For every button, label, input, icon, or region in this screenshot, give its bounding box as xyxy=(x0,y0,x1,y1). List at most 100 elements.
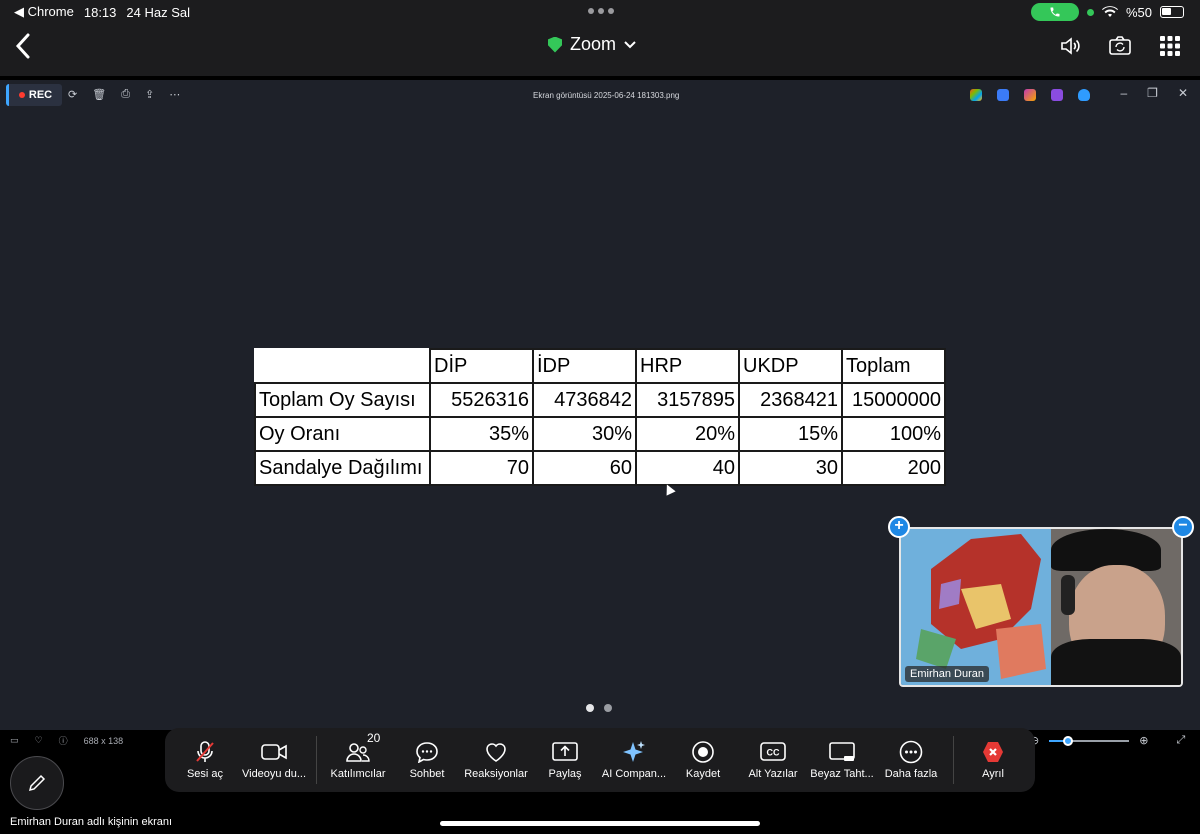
chevron-down-icon xyxy=(624,40,636,48)
page-dot-active[interactable] xyxy=(586,704,594,712)
table-row: Toplam Oy Sayısı 5526316 4736842 3157895… xyxy=(254,382,946,418)
rotate-icon[interactable]: ⟳ xyxy=(68,88,77,101)
captions-label: Alt Yazılar xyxy=(748,768,798,780)
status-bar: ◀ Chrome 18:13 24 Haz Sal %50 xyxy=(0,0,1200,24)
table-cell: 60 xyxy=(532,450,637,486)
table-cell: 5526316 xyxy=(429,382,534,418)
column-header: Toplam xyxy=(841,348,946,384)
back-chevron-icon[interactable] xyxy=(14,32,32,66)
share-label: Paylaş xyxy=(548,768,582,780)
whiteboard-label: Beyaz Taht... xyxy=(810,768,874,780)
fullscreen-icon[interactable]: ⤢ xyxy=(1176,734,1185,747)
grid-view-icon[interactable] xyxy=(1158,34,1182,58)
meeting-title-dropdown[interactable]: Zoom xyxy=(548,34,636,55)
participant-name-label: Emirhan Duran xyxy=(905,666,989,682)
share-button[interactable]: Paylaş xyxy=(543,728,587,792)
participant-video-tile[interactable]: Emirhan Duran xyxy=(899,527,1183,687)
info-icon[interactable]: ⓘ xyxy=(59,734,68,747)
print-icon[interactable]: ⎙ xyxy=(121,88,130,101)
unmute-button[interactable]: Sesi aç xyxy=(183,728,227,792)
annotate-button[interactable] xyxy=(10,756,64,810)
minimize-tile-icon[interactable]: − xyxy=(1172,516,1194,538)
zoom-slider[interactable] xyxy=(1049,735,1130,746)
filmstrip-icon[interactable]: ▭ xyxy=(10,735,19,746)
edit-pen-icon[interactable] xyxy=(997,89,1009,101)
headphones xyxy=(1061,575,1075,615)
ai-companion-label: AI Compan... xyxy=(601,768,667,780)
battery-icon xyxy=(1160,6,1184,18)
share-icon[interactable]: ⇪ xyxy=(145,88,154,101)
unmute-label: Sesi aç xyxy=(186,768,224,780)
meeting-controls: Sesi aç Videoyu du... 20 Katılımcılar So… xyxy=(165,728,1035,792)
clipchamp-icon[interactable] xyxy=(1051,89,1063,101)
minimize-icon[interactable]: – xyxy=(1120,86,1127,100)
video-label: Videoyu du... xyxy=(241,768,306,780)
row-label: Oy Oranı xyxy=(254,416,431,452)
status-time: 18:13 xyxy=(83,4,117,20)
close-icon[interactable]: ✕ xyxy=(1178,86,1188,100)
more-options-icon[interactable]: ⋯ xyxy=(169,88,180,101)
page-dot[interactable] xyxy=(604,704,612,712)
back-to-app-link[interactable]: ◀ Chrome xyxy=(14,4,74,20)
screen-share-caption: Emirhan Duran adlı kişinin ekranı xyxy=(10,816,173,828)
table-cell: 40 xyxy=(635,450,740,486)
table-cell: 4736842 xyxy=(532,382,637,418)
image-viewer-toolbar: REC ⟳ 🗑 ⎙ ⇪ ⋯ Ekran görüntüsü 2025-06-24… xyxy=(0,80,1200,110)
designer-icon[interactable] xyxy=(1024,89,1036,101)
phone-call-indicator[interactable] xyxy=(1030,3,1079,21)
more-button[interactable]: Daha fazla xyxy=(881,728,941,792)
column-header: DİP xyxy=(429,348,534,384)
favorite-heart-icon[interactable]: ♡ xyxy=(35,735,43,746)
viewer-status-bar: ▭ ♡ ⓘ 688 x 138 xyxy=(10,734,123,747)
share-screen-icon xyxy=(552,740,578,764)
captions-button[interactable]: CC Alt Yazılar xyxy=(743,728,803,792)
onedrive-icon[interactable] xyxy=(1078,89,1090,101)
table-cell: 15% xyxy=(738,416,843,452)
record-dot-icon xyxy=(18,92,25,98)
encryption-shield-icon xyxy=(548,36,562,53)
whiteboard-button[interactable]: Beyaz Taht... xyxy=(809,728,875,792)
ai-companion-button[interactable]: AI Compan... xyxy=(601,728,667,792)
table-header-row: DİP İDP HRP UKDP Toplam xyxy=(254,348,946,384)
table-cell: 200 xyxy=(841,450,946,486)
table-cell: 3157895 xyxy=(635,382,740,418)
trash-icon[interactable]: 🗑 xyxy=(92,88,106,101)
chat-button[interactable]: Sohbet xyxy=(405,728,449,792)
control-divider xyxy=(316,736,317,784)
image-dimensions: 688 x 138 xyxy=(83,735,124,746)
participants-label: Katılımcılar xyxy=(330,768,386,780)
video-camera-icon xyxy=(261,740,287,764)
copilot-icon[interactable] xyxy=(970,89,982,101)
multitasking-dots[interactable] xyxy=(588,8,614,14)
heart-icon xyxy=(483,740,509,764)
recording-badge[interactable]: REC xyxy=(6,84,62,106)
leave-label: Ayrıl xyxy=(982,768,1004,780)
page-indicator[interactable] xyxy=(586,704,612,712)
participants-button[interactable]: 20 Katılımcılar xyxy=(329,728,387,792)
table-cell: 70 xyxy=(429,450,534,486)
svg-text:CC: CC xyxy=(767,748,780,758)
speaker-icon[interactable] xyxy=(1058,34,1082,58)
table-cell: 30 xyxy=(738,450,843,486)
home-indicator[interactable] xyxy=(440,821,760,826)
switch-camera-icon[interactable] xyxy=(1108,34,1132,58)
viewer-zoom-controls: ⊖ ⊕ ⤢ xyxy=(1030,734,1185,747)
leave-icon xyxy=(980,740,1006,764)
video-button[interactable]: Videoyu du... xyxy=(241,728,307,792)
table-corner-cell xyxy=(254,348,431,384)
table-cell: 15000000 xyxy=(841,382,946,418)
record-button[interactable]: Kaydet xyxy=(681,728,725,792)
rec-label: REC xyxy=(28,89,53,101)
whiteboard-icon xyxy=(829,740,855,764)
leave-button[interactable]: Ayrıl xyxy=(971,728,1015,792)
row-label: Toplam Oy Sayısı xyxy=(254,382,431,418)
meeting-title: Zoom xyxy=(570,34,617,54)
restore-icon[interactable]: ❐ xyxy=(1147,86,1158,100)
reactions-button[interactable]: Reaksiyonlar xyxy=(463,728,529,792)
table-row: Sandalye Dağılımı 70 60 40 30 200 xyxy=(254,450,946,486)
zoom-slider-knob[interactable] xyxy=(1063,735,1074,746)
more-dots-icon xyxy=(898,740,924,764)
pencil-icon xyxy=(28,774,46,792)
zoom-in-icon[interactable]: ⊕ xyxy=(1139,734,1148,747)
add-tile-icon[interactable]: + xyxy=(888,516,910,538)
